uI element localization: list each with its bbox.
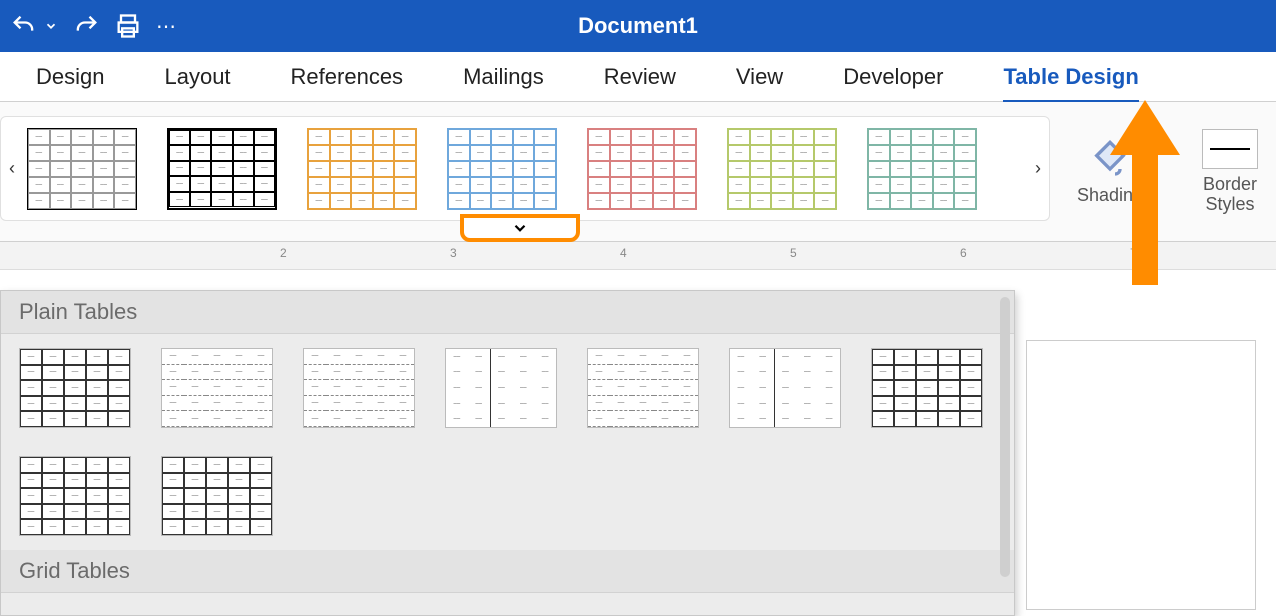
gallery-scroll-right[interactable]: ›: [1027, 158, 1049, 179]
tab-layout[interactable]: Layout: [164, 54, 230, 100]
border-styles-label: Border Styles: [1203, 175, 1257, 215]
document-page: [1026, 340, 1256, 610]
ruler-mark: 2: [280, 246, 287, 260]
table-style-plain-7[interactable]: ––––––––––––––––––––––––––––––––––––––––…: [871, 348, 983, 428]
title-bar: ⋯ Document1: [0, 0, 1276, 52]
gallery-expand-button[interactable]: [460, 214, 580, 242]
table-style-plain-9[interactable]: ––––––––––––––––––––––––––––––––––––––––…: [161, 456, 273, 536]
tab-references[interactable]: References: [291, 54, 404, 100]
table-style-grid-teal[interactable]: ––––––––––––––––––––––––––––––––––––––––…: [867, 128, 977, 210]
ruler-mark: 5: [790, 246, 797, 260]
tab-design[interactable]: Design: [36, 54, 104, 100]
table-style-plain-2[interactable]: ––––––––––––––––––––––––––––––––––––––––…: [161, 348, 273, 428]
table-style-grid-olive[interactable]: ––––––––––––––––––––––––––––––––––––––––…: [727, 128, 837, 210]
undo-dropdown-icon[interactable]: [44, 19, 58, 33]
horizontal-ruler: 2 3 4 5 6 7: [0, 242, 1276, 270]
print-button[interactable]: [114, 12, 142, 40]
shading-label: Shading: [1077, 185, 1143, 206]
ruler-mark: 4: [620, 246, 627, 260]
ruler-mark: 3: [450, 246, 457, 260]
document-title: Document1: [578, 13, 698, 39]
table-style-plain-1[interactable]: ––––––––––––––––––––––––––––––––––––––––…: [19, 348, 131, 428]
table-style-plain-3[interactable]: ––––––––––––––––––––––––––––––––––––––––…: [303, 348, 415, 428]
tab-developer[interactable]: Developer: [843, 54, 943, 100]
ribbon-tabs: Design Layout References Mailings Review…: [0, 52, 1276, 102]
undo-button[interactable]: [10, 12, 38, 40]
shading-command[interactable]: Shading: [1060, 102, 1160, 242]
dropdown-scrollbar[interactable]: [1000, 297, 1010, 577]
table-style-grid-red[interactable]: ––––––––––––––––––––––––––––––––––––––––…: [587, 128, 697, 210]
table-style-grid-orange[interactable]: ––––––––––––––––––––––––––––––––––––––––…: [307, 128, 417, 210]
redo-button[interactable]: [72, 12, 100, 40]
tab-mailings[interactable]: Mailings: [463, 54, 544, 100]
table-style-grid-blue[interactable]: ––––––––––––––––––––––––––––––––––––––––…: [447, 128, 557, 210]
dropdown-section-grid: Grid Tables: [1, 550, 1014, 593]
more-commands-icon[interactable]: ⋯: [156, 14, 178, 39]
table-style-plain-8[interactable]: ––––––––––––––––––––––––––––––––––––––––…: [19, 456, 131, 536]
border-styles-command[interactable]: Border Styles ▾: [1190, 102, 1270, 242]
ruler-mark: 7: [1130, 246, 1137, 260]
table-style-plain-black-outline[interactable]: ––––––––––––––––––––––––––––––––––––––––…: [27, 128, 137, 210]
table-style-plain-5[interactable]: ––––––––––––––––––––––––––––––––––––––––…: [587, 348, 699, 428]
table-style-plain-black-bold[interactable]: ––––––––––––––––––––––––––––––––––––––––…: [167, 128, 277, 210]
ruler-mark: 6: [960, 246, 967, 260]
table-style-plain-4[interactable]: ––––––––––––––––––––––––––––––––––––––––…: [445, 348, 557, 428]
dropdown-section-plain: Plain Tables: [1, 291, 1014, 334]
tab-view[interactable]: View: [736, 54, 783, 100]
ribbon-content: ‹ ––––––––––––––––––––––––––––––––––––––…: [0, 102, 1276, 242]
gallery-scroll-left[interactable]: ‹: [1, 158, 23, 179]
table-styles-dropdown: Plain Tables –––––––––––––––––––––––––––…: [0, 290, 1015, 616]
table-style-plain-6[interactable]: ––––––––––––––––––––––––––––––––––––––––…: [729, 348, 841, 428]
tab-table-design[interactable]: Table Design: [1003, 54, 1138, 104]
tab-review[interactable]: Review: [604, 54, 676, 100]
table-styles-gallery: ‹ ––––––––––––––––––––––––––––––––––––––…: [0, 116, 1050, 221]
